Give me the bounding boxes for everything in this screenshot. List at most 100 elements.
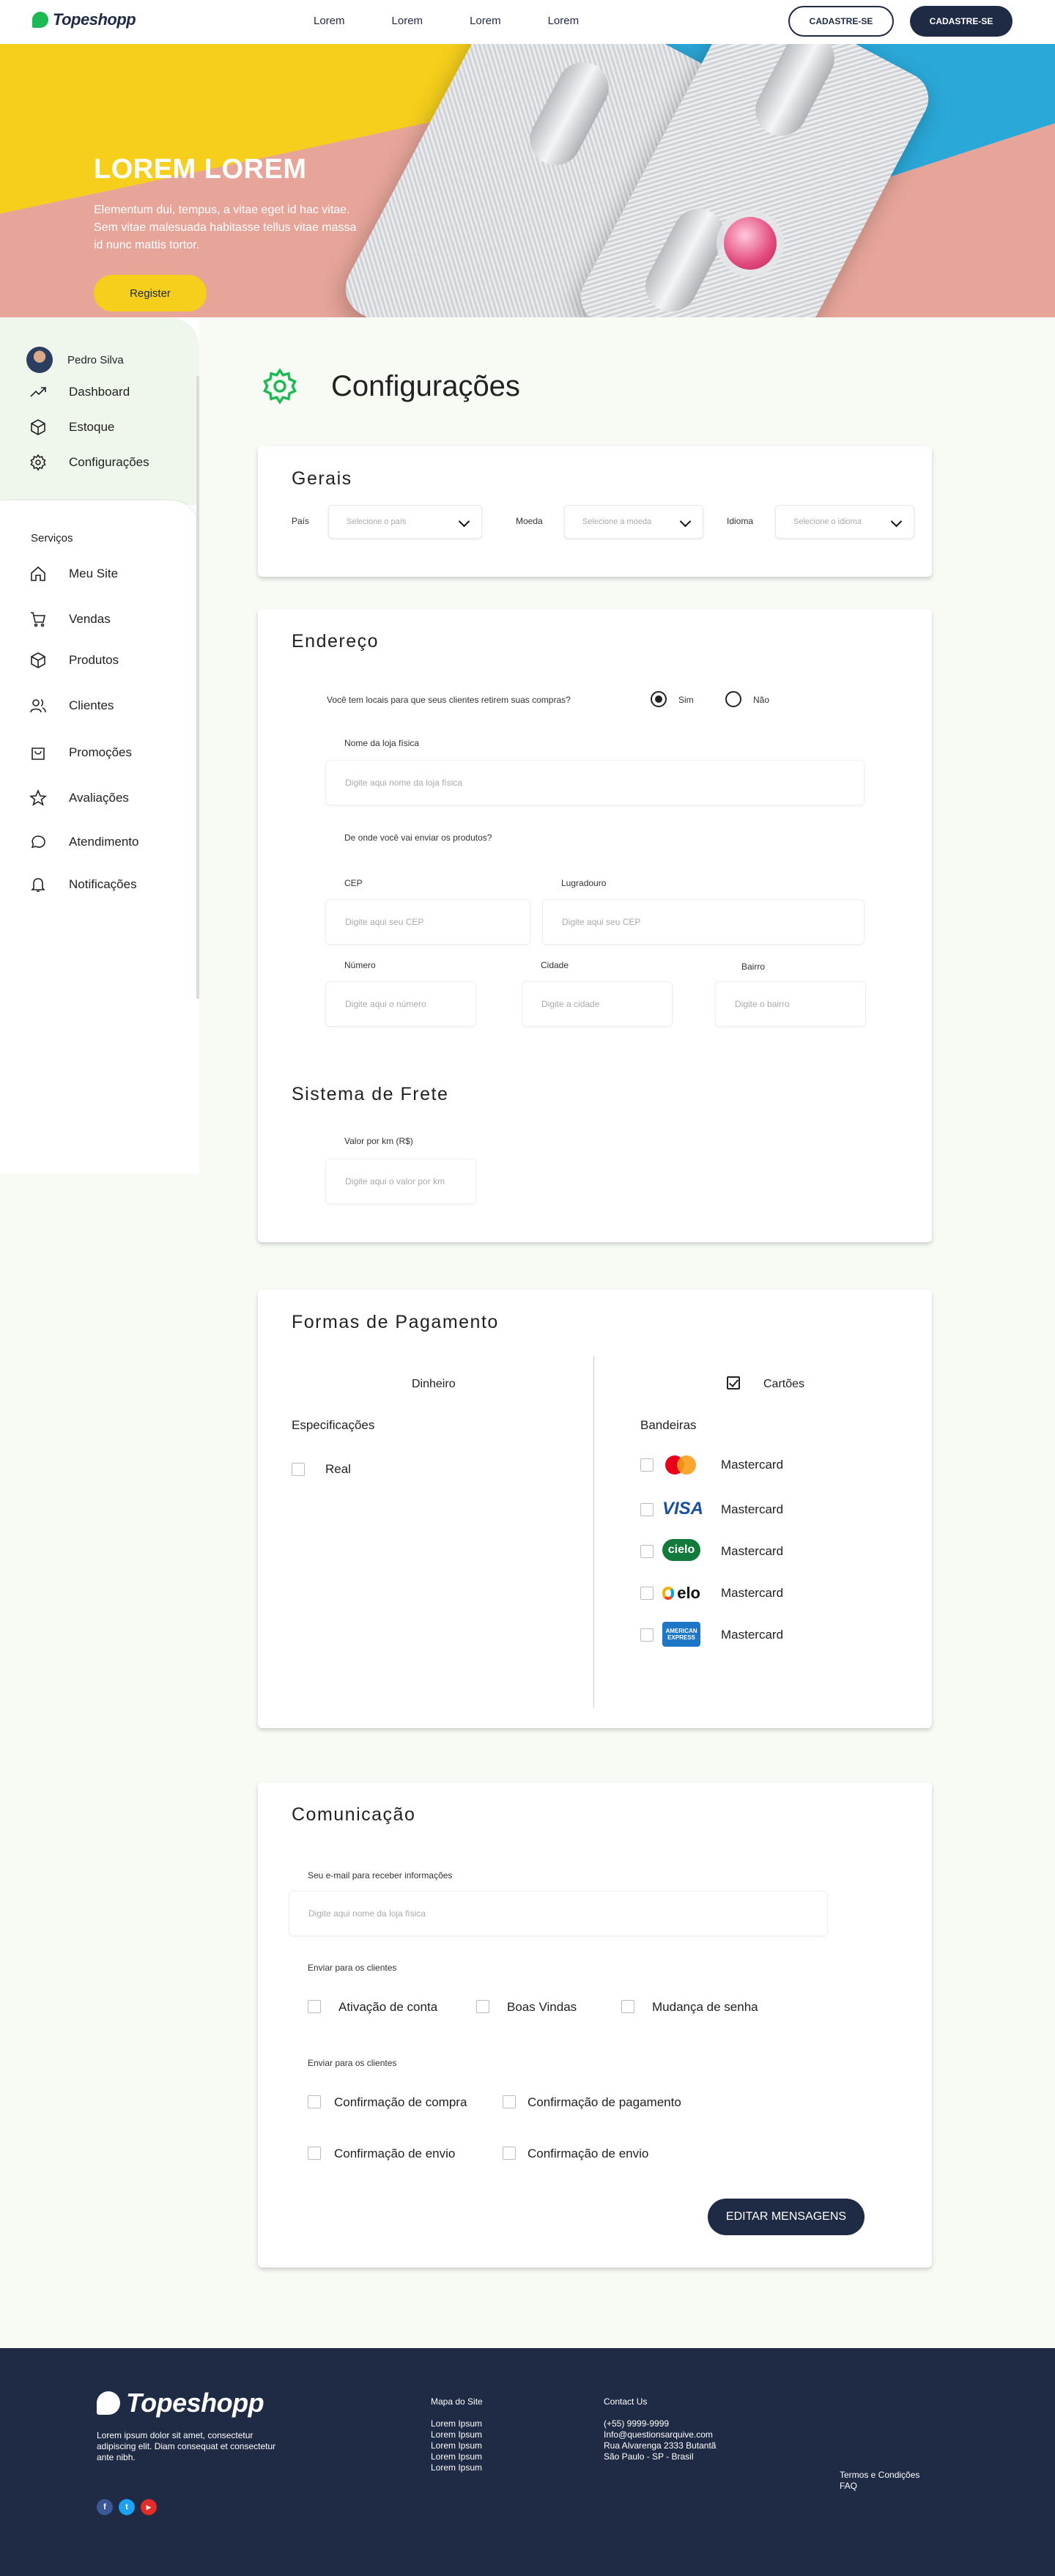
pink-pill-image (724, 217, 777, 270)
password-change-checkbox[interactable] (621, 2000, 634, 2013)
sidebar-item-produtos[interactable]: Produtos (29, 652, 119, 669)
cielo-checkbox[interactable] (640, 1545, 654, 1558)
currency-placeholder: Selecione a moeda (582, 517, 652, 526)
sidebar-item-avaliacoes[interactable]: Avaliações (29, 789, 129, 807)
shipping-confirmation-checkbox-2[interactable] (503, 2147, 516, 2160)
shipping-origin-question: De onde você vai enviar os produtos? (344, 833, 492, 843)
hero-text: Elementum dui, tempus, a vitae eget id h… (94, 204, 357, 251)
cielo-icon: cielo (662, 1539, 700, 1561)
welcome-label: Boas Vindas (507, 2000, 577, 2014)
sidebar-item-label: Clientes (69, 698, 114, 712)
cep-placeholder: Digite aqui seu CEP (345, 917, 424, 927)
sidebar-item-label: Atendimento (69, 835, 139, 849)
top-navbar: Topeshopp Lorem Lorem Lorem Lorem CADAST… (0, 0, 1055, 44)
elo-checkbox[interactable] (640, 1587, 654, 1600)
visa-checkbox[interactable] (640, 1503, 654, 1516)
nav-link-4[interactable]: Lorem (548, 15, 580, 27)
brand-name: Topeshopp (53, 10, 136, 29)
faq-link[interactable]: FAQ (840, 2481, 857, 2491)
cep-label: CEP (344, 878, 363, 888)
facebook-icon[interactable]: f (97, 2499, 113, 2515)
radio-yes-label: Sim (678, 695, 694, 705)
signup-dark-button[interactable]: CADASTRE-SE (910, 6, 1013, 37)
box-icon (31, 419, 45, 435)
mastercard-checkbox[interactable] (640, 1458, 654, 1472)
country-label: País (292, 516, 310, 526)
youtube-icon[interactable]: ▶ (141, 2499, 157, 2515)
city-label: Cidade (541, 960, 569, 970)
radio-no[interactable] (725, 691, 741, 707)
payment-confirmation-checkbox[interactable] (503, 2095, 516, 2108)
nav-links: Lorem Lorem Lorem Lorem (314, 15, 626, 27)
currency-label: Moeda (516, 516, 543, 526)
sidebar-item-label: Avaliações (69, 791, 129, 805)
terms-link[interactable]: Termos e Condições (840, 2470, 919, 2480)
sitemap-link[interactable]: Lorem Ipsum (431, 2418, 482, 2429)
sidebar-item-promocoes[interactable]: Promoções (29, 744, 132, 761)
contact-phone: (+55) 9999-9999 (604, 2418, 670, 2429)
contact-email[interactable]: Info@questionsarquive.com (604, 2429, 713, 2440)
cep-input[interactable]: Digite aqui seu CEP (325, 899, 530, 945)
gear-icon (30, 454, 46, 471)
brand-label: Mastercard (721, 1544, 784, 1558)
price-per-km-label: Valor por km (R$) (344, 1136, 413, 1146)
purchase-confirmation-checkbox[interactable] (308, 2095, 321, 2108)
radio-yes[interactable] (651, 691, 667, 707)
currency-select[interactable]: Selecione a moeda (564, 505, 703, 539)
street-input[interactable]: Digite aqui seu CEP (542, 899, 865, 945)
country-select[interactable]: Selecione o país (328, 505, 482, 539)
amex-checkbox[interactable] (640, 1628, 654, 1642)
user-name: Pedro Silva (67, 353, 124, 366)
hero-banner: LOREM LOREM Elementum dui, tempus, a vit… (0, 44, 1055, 317)
sidebar: Pedro Silva Dashboard Estoque Configuraç… (0, 317, 200, 2348)
password-change-label: Mudança de senha (652, 2000, 758, 2014)
card-title: Comunicação (292, 1804, 416, 1825)
sidebar-item-configuracoes[interactable]: Configurações (29, 454, 149, 471)
sidebar-item-atendimento[interactable]: Atendimento (29, 833, 138, 851)
amex-icon: AMERICAN EXPRESS (662, 1622, 700, 1647)
sidebar-item-vendas[interactable]: Vendas (29, 610, 111, 628)
sidebar-item-label: Configurações (69, 455, 149, 469)
number-input[interactable]: Digite aqui o número (325, 981, 476, 1027)
payment-methods-card: Formas de Pagamento Dinheiro Cartões Esp… (258, 1290, 932, 1728)
brand-logo[interactable]: Topeshopp (32, 10, 136, 29)
sitemap-link[interactable]: Lorem Ipsum (431, 2451, 482, 2462)
district-input[interactable]: Digite o bairro (715, 981, 866, 1027)
register-button[interactable]: Register (94, 275, 207, 311)
sidebar-item-clientes[interactable]: Clientes (29, 697, 114, 715)
sidebar-item-dashboard[interactable]: Dashboard (29, 383, 130, 401)
sidebar-item-meu-site[interactable]: Meu Site (29, 565, 118, 583)
nav-link-2[interactable]: Lorem (392, 15, 423, 27)
nav-link-1[interactable]: Lorem (314, 15, 345, 27)
sitemap-link[interactable]: Lorem Ipsum (431, 2440, 482, 2451)
signup-outline-button[interactable]: CADASTRE-SE (788, 6, 894, 37)
twitter-icon[interactable]: t (119, 2499, 135, 2515)
email-input[interactable]: Digite aqui nome da loja física (289, 1891, 828, 1936)
sidebar-item-notificacoes[interactable]: Notificações (29, 876, 137, 893)
language-placeholder: Selecione o idioma (793, 517, 862, 526)
sidebar-services-section: Serviços Meu Site Vendas Produtos Client… (0, 501, 199, 1175)
account-activation-checkbox[interactable] (308, 2000, 321, 2013)
city-input[interactable]: Digite a cidade (522, 981, 673, 1027)
sitemap-link[interactable]: Lorem Ipsum (431, 2462, 482, 2473)
cards-checkbox[interactable] (727, 1376, 740, 1390)
sidebar-item-label: Dashboard (69, 385, 130, 399)
card-brands-title: Bandeiras (640, 1418, 697, 1432)
shipping-confirmation-checkbox[interactable] (308, 2147, 321, 2160)
price-per-km-input[interactable]: Digite aqui o valor por km (325, 1159, 476, 1204)
sidebar-item-estoque[interactable]: Estoque (29, 418, 114, 436)
nav-link-3[interactable]: Lorem (470, 15, 501, 27)
footer-brand-logo[interactable]: Topeshopp (97, 2388, 264, 2418)
user-profile[interactable]: Pedro Silva (26, 347, 124, 373)
store-name-placeholder: Digite aqui nome da loja física (345, 778, 463, 788)
real-checkbox[interactable] (292, 1463, 305, 1476)
sitemap-link[interactable]: Lorem Ipsum (431, 2429, 482, 2440)
edit-messages-button[interactable]: EDITAR MENSAGENS (708, 2199, 865, 2235)
language-select[interactable]: Selecione o idioma (775, 505, 914, 539)
brand-label: Mastercard (721, 1458, 784, 1472)
store-name-input[interactable]: Digite aqui nome da loja física (325, 760, 865, 805)
sidebar-item-label: Notificações (69, 877, 137, 891)
welcome-checkbox[interactable] (476, 2000, 489, 2013)
sidebar-item-label: Promoções (69, 745, 132, 759)
real-label: Real (325, 1462, 351, 1476)
